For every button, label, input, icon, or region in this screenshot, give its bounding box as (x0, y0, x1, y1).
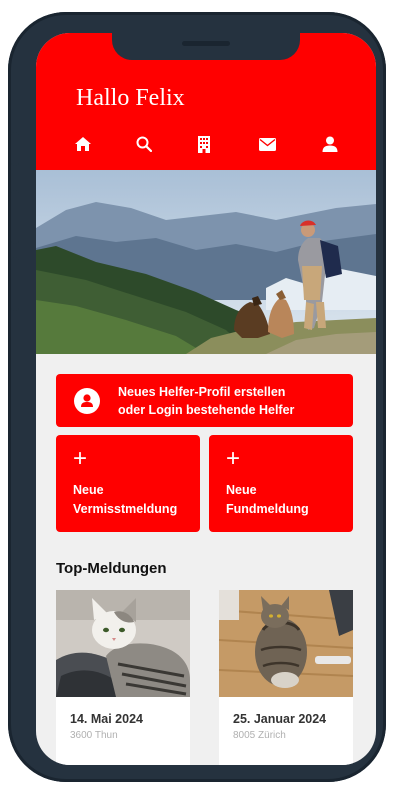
tile-label-line-2: Vermisstmeldung (73, 502, 178, 516)
nav-bar (36, 133, 376, 155)
side-button (11, 132, 19, 166)
report-date: 25. Januar 2024 (233, 712, 327, 726)
building-icon[interactable] (193, 133, 215, 155)
home-icon[interactable] (72, 133, 94, 155)
new-found-report-button[interactable]: + Neue Fundmeldung (209, 435, 353, 532)
user-badge-icon (74, 388, 100, 414)
new-missing-report-button[interactable]: + Neue Vermisstmeldung (56, 435, 200, 532)
hero-image (36, 170, 376, 354)
report-card[interactable]: 25. Januar 2024 8005 Zürich (219, 590, 353, 765)
tile-label-line-1: Neue (73, 483, 104, 497)
cat-photo (219, 590, 353, 697)
greeting-title: Hallo Felix (76, 85, 185, 111)
create-helper-profile-button[interactable]: Neues Helfer-Profil erstellen oder Login… (56, 374, 353, 427)
app-screen: Hallo Felix Neues Helfer-Profil erstelle… (36, 33, 376, 765)
report-location: 8005 Zürich (233, 730, 286, 741)
tile-label-line-2: Fundmeldung (226, 502, 309, 516)
report-date: 14. Mai 2024 (70, 712, 143, 726)
speaker-grille (182, 41, 230, 46)
cta-line-2: oder Login bestehende Helfer (118, 403, 295, 417)
report-card[interactable]: 14. Mai 2024 3600 Thun (56, 590, 190, 765)
cat-photo (56, 590, 190, 697)
cta-line-1: Neues Helfer-Profil erstellen (118, 385, 286, 399)
mail-icon[interactable] (256, 133, 278, 155)
plus-icon: + (73, 445, 88, 472)
volume-down-button (11, 257, 19, 311)
tile-label-line-1: Neue (226, 483, 257, 497)
search-icon[interactable] (133, 133, 155, 155)
user-icon[interactable] (319, 133, 341, 155)
section-title: Top-Meldungen (56, 560, 167, 577)
volume-up-button (11, 190, 19, 244)
notch (112, 33, 300, 60)
report-location: 3600 Thun (70, 730, 118, 741)
plus-icon: + (226, 445, 241, 472)
